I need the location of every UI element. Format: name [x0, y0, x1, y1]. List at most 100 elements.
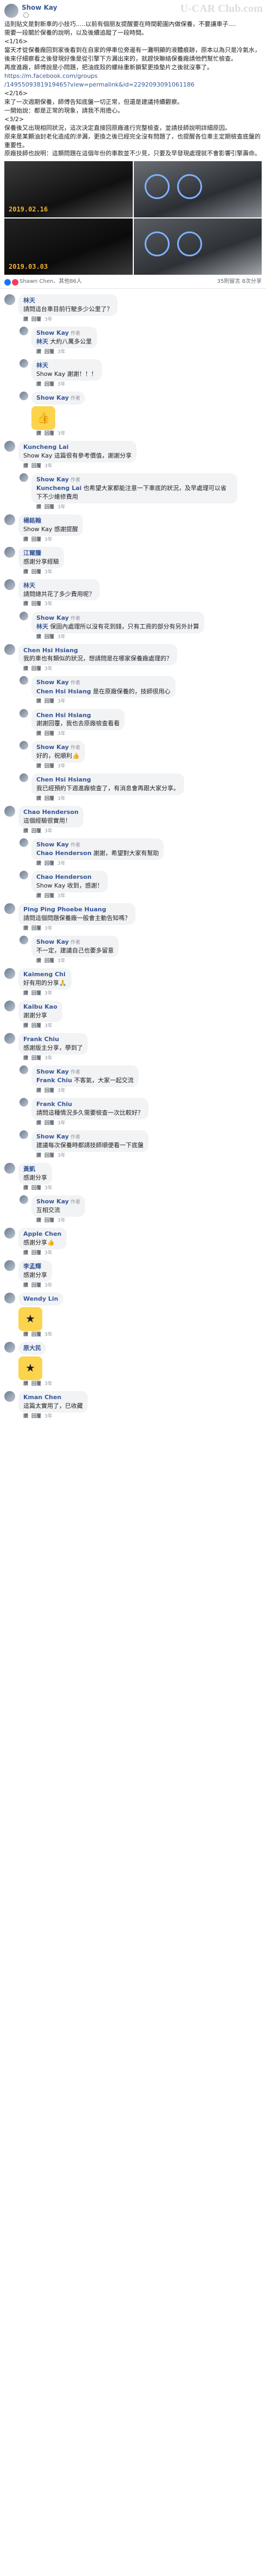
comment-time[interactable]: 3年: [44, 601, 53, 608]
comment-time[interactable]: 3年: [44, 1332, 53, 1339]
post-photo[interactable]: [133, 218, 262, 275]
comment-time[interactable]: 3年: [44, 990, 53, 997]
commenter-avatar[interactable]: [20, 611, 28, 620]
commenter-avatar[interactable]: [4, 579, 15, 590]
commenter-name[interactable]: Show Kay 作者: [36, 1068, 134, 1076]
commenter-avatar[interactable]: [20, 473, 28, 482]
mention-link[interactable]: Chao Henderson: [36, 850, 92, 857]
post-photo[interactable]: 2019.02.16: [4, 161, 133, 218]
commenter-name[interactable]: Chao Henderson: [36, 873, 103, 882]
commenter-avatar[interactable]: [4, 1292, 15, 1303]
like-comment-button[interactable]: 讚: [36, 1088, 41, 1095]
commenter-avatar[interactable]: [4, 1390, 15, 1402]
commenter-avatar[interactable]: [4, 644, 15, 655]
reply-comment-button[interactable]: 回覆: [44, 634, 54, 641]
commenter-avatar[interactable]: [4, 1162, 15, 1174]
commenter-name[interactable]: Chen Hsi Hsiang: [23, 646, 172, 655]
like-comment-button[interactable]: 讚: [36, 349, 41, 356]
commenter-avatar[interactable]: [20, 838, 28, 847]
commenter-avatar[interactable]: [4, 440, 15, 452]
commenter-name[interactable]: Chen Hsi Hsiang: [36, 711, 120, 720]
reply-comment-button[interactable]: 回覆: [31, 601, 41, 608]
reply-comment-button[interactable]: 回覆: [44, 698, 54, 705]
reply-comment-button[interactable]: 回覆: [31, 925, 41, 932]
reply-comment-button[interactable]: 回覆: [44, 958, 54, 965]
commenter-avatar[interactable]: [20, 676, 28, 685]
commenter-name[interactable]: Show Kay 作者: [36, 329, 92, 337]
post-photo[interactable]: 2019.03.03: [4, 218, 133, 275]
reply-comment-button[interactable]: 回覆: [31, 666, 41, 673]
reply-comment-button[interactable]: 回覆: [31, 1332, 41, 1339]
commenter-avatar[interactable]: [20, 871, 28, 880]
reply-comment-button[interactable]: 回覆: [31, 316, 41, 323]
like-comment-button[interactable]: 讚: [23, 990, 28, 997]
post-link[interactable]: https://m.facebook.com/groups: [4, 72, 262, 81]
commenter-name-text[interactable]: 林天: [23, 297, 35, 304]
like-comment-button[interactable]: 讚: [36, 1217, 41, 1224]
commenter-name-text[interactable]: Chen Hsi Hsiang: [36, 712, 91, 719]
comment-time[interactable]: 3年: [44, 569, 53, 576]
commenter-name-text[interactable]: Ping Ping Phoebe Huang: [23, 906, 106, 913]
commenter-name-text[interactable]: Chen Hsi Hsiang: [23, 647, 78, 654]
reply-comment-button[interactable]: 回覆: [31, 1282, 41, 1289]
commenter-name[interactable]: Frank Chiu: [23, 1035, 83, 1044]
comment-time[interactable]: 3年: [44, 1413, 53, 1420]
commenter-avatar[interactable]: [20, 1098, 28, 1107]
reply-comment-button[interactable]: 回覆: [44, 860, 54, 868]
commenter-avatar[interactable]: [20, 1065, 28, 1074]
commenter-avatar[interactable]: [4, 1033, 15, 1044]
commenter-name-text[interactable]: Show Kay: [36, 1068, 69, 1075]
reply-comment-button[interactable]: 回覆: [44, 1088, 54, 1095]
author-avatar[interactable]: [4, 3, 18, 18]
comment-time[interactable]: 3年: [57, 381, 66, 388]
comment-time[interactable]: 3年: [57, 731, 66, 738]
commenter-name-text[interactable]: Show Kay: [36, 476, 69, 483]
commenter-avatar[interactable]: [20, 1130, 28, 1139]
like-comment-button[interactable]: 讚: [36, 731, 41, 738]
reply-comment-button[interactable]: 回覆: [44, 893, 54, 900]
commenter-name[interactable]: Kman Chen: [23, 1393, 83, 1402]
commenter-name-text[interactable]: Chao Henderson: [23, 809, 79, 816]
like-comment-button[interactable]: 讚: [23, 537, 28, 544]
commenter-name-text[interactable]: Kman Chen: [23, 1394, 61, 1401]
like-comment-button[interactable]: 讚: [23, 1023, 28, 1030]
comment-time[interactable]: 3年: [57, 1088, 66, 1095]
like-comment-button[interactable]: 讚: [23, 1055, 28, 1062]
comment-time[interactable]: 3年: [57, 860, 66, 868]
comment-time[interactable]: 3年: [57, 893, 66, 900]
like-comment-button[interactable]: 讚: [36, 431, 41, 438]
commenter-name-text[interactable]: Frank Chiu: [36, 1101, 72, 1108]
commenter-name[interactable]: 林天: [36, 361, 97, 370]
commenter-name[interactable]: Wendy Lin: [23, 1295, 59, 1303]
comment-time[interactable]: 3年: [44, 1250, 53, 1257]
commenter-name[interactable]: Show Kay 作者: [36, 743, 80, 752]
commenter-name-text[interactable]: Kaibu Kao: [23, 1003, 57, 1010]
comment-time[interactable]: 3年: [44, 1023, 53, 1030]
comment-time[interactable]: 3年: [57, 349, 66, 356]
like-comment-button[interactable]: 讚: [23, 1250, 28, 1257]
commenter-name[interactable]: Kaibu Kao: [23, 1003, 57, 1011]
commenter-name-text[interactable]: 李孟輝: [23, 1263, 41, 1270]
commenter-avatar[interactable]: [4, 1341, 15, 1353]
commenter-name[interactable]: 原大民: [23, 1344, 41, 1353]
like-comment-button[interactable]: 讚: [23, 569, 28, 576]
commenter-name[interactable]: 林天: [23, 296, 113, 305]
mention-link[interactable]: Frank Chiu: [36, 1077, 72, 1084]
like-comment-button[interactable]: 讚: [23, 925, 28, 932]
commenter-name[interactable]: Chao Henderson: [23, 808, 79, 817]
comment-time[interactable]: 3年: [57, 1153, 66, 1160]
commenter-name-text[interactable]: Show Kay: [36, 679, 69, 686]
reply-comment-button[interactable]: 回覆: [44, 349, 54, 356]
reply-comment-button[interactable]: 回覆: [31, 828, 41, 835]
reply-comment-button[interactable]: 回覆: [44, 1120, 54, 1127]
commenter-avatar[interactable]: [20, 936, 28, 945]
reply-comment-button[interactable]: 回覆: [44, 1153, 54, 1160]
like-comment-button[interactable]: 讚: [36, 504, 41, 511]
commenter-name-text[interactable]: Frank Chiu: [23, 1036, 59, 1043]
comment-time[interactable]: 3年: [57, 504, 66, 511]
like-comment-button[interactable]: 讚: [36, 893, 41, 900]
comment-time[interactable]: 3年: [57, 1120, 66, 1127]
comment-time[interactable]: 3年: [57, 1217, 66, 1224]
commenter-name-text[interactable]: 楊銘翰: [23, 517, 41, 524]
commenter-name-text[interactable]: 林天: [23, 582, 35, 589]
